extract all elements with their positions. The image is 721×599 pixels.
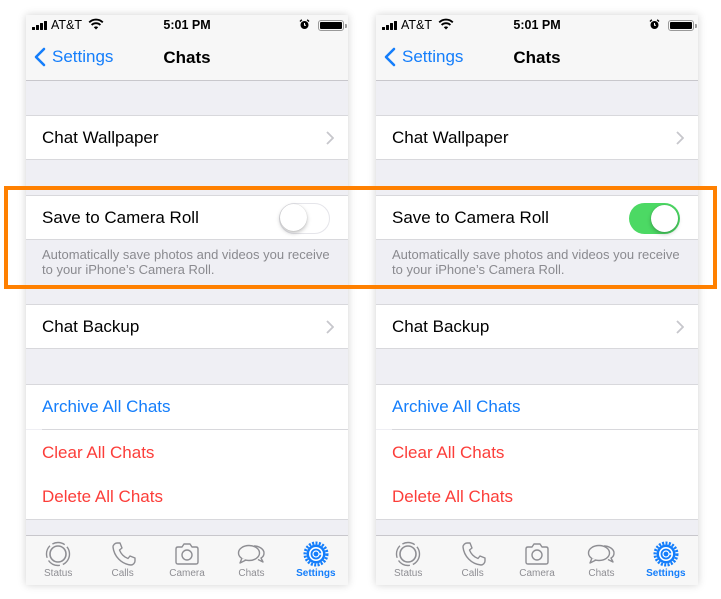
alarm-icon — [299, 19, 310, 29]
tab-camera[interactable]: Camera — [505, 536, 569, 585]
chat-wallpaper-row[interactable]: Chat Wallpaper — [376, 115, 698, 160]
chat-backup-row[interactable]: Chat Backup — [26, 304, 348, 349]
chevron-right-icon — [326, 131, 334, 145]
chat-bubbles-icon — [238, 544, 266, 564]
tab-label: Settings — [296, 568, 336, 579]
chevron-right-icon — [676, 320, 684, 334]
tab-camera[interactable]: Camera — [155, 536, 219, 585]
clear-all-chats-button[interactable]: Clear All Chats — [376, 430, 698, 475]
phone-icon — [111, 542, 136, 566]
chat-backup-label: Chat Backup — [42, 316, 140, 336]
chat-wallpaper-row[interactable]: Chat Wallpaper — [26, 115, 348, 160]
tab-label: Calls — [111, 568, 134, 579]
tab-label: Calls — [461, 568, 484, 579]
archive-all-chats-button[interactable]: Archive All Chats — [26, 384, 348, 429]
battery-icon — [318, 20, 347, 31]
tab-label: Chats — [588, 568, 615, 579]
status-bar: AT&T 5:01 PM — [26, 15, 348, 35]
tab-label: Status — [44, 568, 73, 579]
archive-all-chats-button[interactable]: Archive All Chats — [376, 384, 698, 429]
phone-screen-toggle-off: AT&T 5:01 PM Settings Chats Chat Wallpap… — [26, 15, 348, 585]
tab-settings[interactable]: Settings — [634, 536, 698, 585]
status-icon — [396, 541, 421, 567]
tab-status[interactable]: Status — [376, 536, 440, 585]
save-camera-roll-footer: Automatically save photos and videos you… — [392, 247, 680, 277]
nav-bar: Settings Chats — [26, 35, 348, 81]
page-title: Chats — [513, 48, 561, 67]
tab-bar: Status Calls Camera Chats Settings — [376, 535, 698, 585]
status-icon — [46, 541, 71, 567]
tab-label: Camera — [519, 568, 555, 579]
page-title: Chats — [163, 48, 211, 67]
phone-icon — [461, 542, 486, 566]
delete-all-chats-label: Delete All Chats — [392, 487, 513, 506]
chat-wallpaper-label: Chat Wallpaper — [42, 127, 159, 147]
clear-all-chats-button[interactable]: Clear All Chats — [26, 430, 348, 475]
tab-calls[interactable]: Calls — [440, 536, 504, 585]
tab-label: Settings — [646, 568, 686, 579]
toggle-knob — [651, 205, 678, 232]
delete-all-chats-label: Delete All Chats — [42, 487, 163, 506]
camera-icon — [175, 543, 199, 565]
tab-bar: Status Calls Camera Chats Settings — [26, 535, 348, 585]
archive-all-chats-label: Archive All Chats — [42, 397, 171, 416]
save-camera-roll-row: Save to Camera Roll — [26, 195, 348, 240]
nav-bar: Settings Chats — [376, 35, 698, 81]
chat-wallpaper-label: Chat Wallpaper — [392, 127, 509, 147]
top-bar: AT&T 5:01 PM Settings Chats — [376, 15, 698, 81]
alarm-icon — [649, 19, 660, 29]
clear-all-chats-label: Clear All Chats — [392, 442, 505, 462]
save-camera-roll-label: Save to Camera Roll — [42, 207, 199, 227]
save-camera-roll-toggle[interactable] — [629, 203, 680, 234]
save-camera-roll-toggle[interactable] — [279, 203, 330, 234]
save-camera-roll-row: Save to Camera Roll — [376, 195, 698, 240]
camera-icon — [525, 543, 549, 565]
tab-chats[interactable]: Chats — [569, 536, 633, 585]
battery-icon — [668, 20, 697, 31]
delete-all-chats-button[interactable]: Delete All Chats — [26, 475, 348, 520]
chat-backup-label: Chat Backup — [392, 316, 490, 336]
tab-calls[interactable]: Calls — [90, 536, 154, 585]
save-camera-roll-label: Save to Camera Roll — [392, 207, 549, 227]
clear-all-chats-label: Clear All Chats — [42, 442, 155, 462]
save-camera-roll-footer: Automatically save photos and videos you… — [42, 247, 330, 277]
chat-bubbles-icon — [588, 544, 616, 564]
tab-settings[interactable]: Settings — [284, 536, 348, 585]
toggle-knob — [280, 204, 307, 231]
phone-screen-toggle-on: AT&T 5:01 PM Settings Chats Chat Wallpap… — [376, 15, 698, 585]
archive-all-chats-label: Archive All Chats — [392, 397, 521, 416]
gear-icon — [653, 541, 679, 567]
chat-backup-row[interactable]: Chat Backup — [376, 304, 698, 349]
tab-label: Chats — [238, 568, 265, 579]
tab-label: Status — [394, 568, 423, 579]
tab-label: Camera — [169, 568, 205, 579]
delete-all-chats-button[interactable]: Delete All Chats — [376, 475, 698, 520]
status-bar: AT&T 5:01 PM — [376, 15, 698, 35]
tab-chats[interactable]: Chats — [219, 536, 283, 585]
chevron-right-icon — [676, 131, 684, 145]
gear-icon — [303, 541, 329, 567]
top-bar: AT&T 5:01 PM Settings Chats — [26, 15, 348, 81]
chevron-right-icon — [326, 320, 334, 334]
tab-status[interactable]: Status — [26, 536, 90, 585]
